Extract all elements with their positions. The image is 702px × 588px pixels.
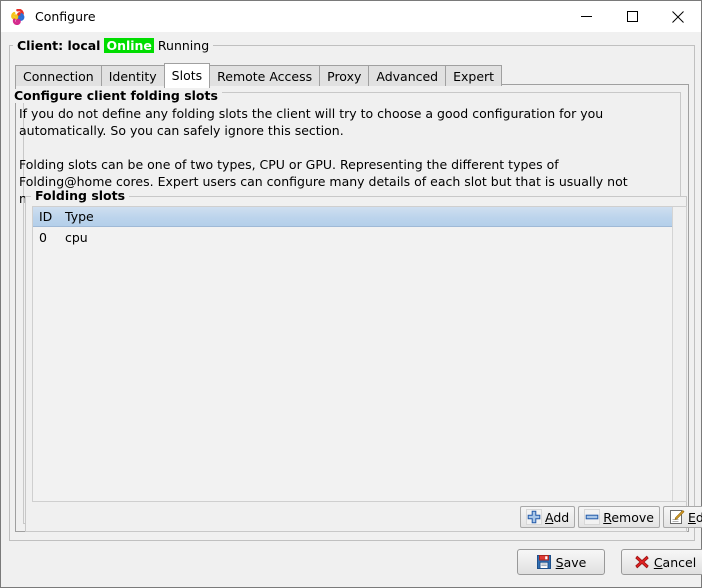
status-badge-online: Online — [104, 38, 154, 53]
tab-expert[interactable]: Expert — [445, 65, 503, 86]
cancel-suffix: ancel — [662, 554, 697, 570]
save-button[interactable]: Save — [517, 549, 605, 575]
minus-icon — [584, 509, 601, 525]
pencil-edit-icon — [669, 509, 685, 525]
add-slot-label: Add — [545, 510, 569, 525]
add-suffix: dd — [553, 509, 570, 525]
cell-slot-id: 0 — [39, 229, 47, 245]
edit-slot-label: Edit — [688, 510, 702, 525]
cancel-label: Cancel — [654, 555, 696, 570]
folding-slots-table-viewport: ID Type 0 cpu — [33, 207, 672, 501]
configure-dialog-window: Configure Client: local Online Running C… — [0, 0, 702, 588]
tab-advanced[interactable]: Advanced — [368, 65, 447, 86]
tab-strip: Connection Identity Slots Remote Access … — [15, 62, 503, 88]
client-status-legend: Client: local Online Running — [13, 38, 214, 53]
title-bar-left: Configure — [1, 1, 563, 32]
folding-at-home-logo-icon — [10, 8, 26, 25]
edit-slot-button[interactable]: Edit — [662, 506, 702, 528]
client-label: Client: local — [17, 38, 101, 53]
column-header-type[interactable]: Type — [59, 207, 672, 227]
save-mnemonic: S — [555, 554, 564, 570]
folding-slots-table: ID Type 0 cpu — [33, 207, 672, 248]
save-label: Save — [556, 555, 587, 570]
folding-slots-legend: Folding slots — [31, 189, 130, 203]
dialog-button-bar: Save Cancel — [517, 549, 702, 575]
cancel-button[interactable]: Cancel — [621, 549, 702, 575]
table-header-row: ID Type — [33, 207, 672, 227]
window-title: Configure — [35, 9, 96, 24]
cell-slot-type: cpu — [65, 229, 88, 245]
red-x-cancel-icon — [634, 554, 650, 570]
floppy-save-icon — [536, 554, 552, 570]
table-vertical-scrollbar[interactable] — [672, 207, 686, 501]
edit-suffix: dit — [695, 509, 702, 525]
maximize-button[interactable] — [609, 1, 655, 32]
remove-slot-label: Remove — [603, 510, 654, 525]
edit-mnemonic: E — [687, 509, 696, 525]
tab-identity[interactable]: Identity — [100, 65, 165, 86]
tab-proxy[interactable]: Proxy — [319, 65, 370, 86]
plus-icon — [526, 509, 542, 525]
add-slot-button[interactable]: Add — [520, 506, 576, 528]
remove-slot-button[interactable]: Remove — [578, 506, 660, 528]
slot-actions-toolbar: Add Remove Edit — [520, 506, 702, 528]
table-row[interactable]: 0 cpu — [33, 226, 672, 248]
folding-slots-table-panel: ID Type 0 cpu — [32, 206, 687, 502]
minimize-button[interactable] — [563, 1, 609, 32]
column-header-id[interactable]: ID — [33, 207, 59, 227]
tab-slots[interactable]: Slots — [163, 63, 211, 88]
cancel-mnemonic: C — [653, 554, 663, 570]
close-button[interactable] — [655, 1, 701, 32]
title-bar: Configure — [1, 1, 701, 32]
client-run-state: Running — [157, 38, 210, 53]
tab-connection[interactable]: Connection — [15, 65, 102, 86]
description-paragraph-1: If you do not define any folding slots t… — [19, 106, 604, 138]
tab-remote-access[interactable]: Remote Access — [209, 65, 321, 86]
configure-slots-legend: Configure client folding slots — [10, 89, 222, 103]
save-suffix: ave — [563, 554, 587, 570]
remove-suffix: emove — [611, 509, 654, 525]
